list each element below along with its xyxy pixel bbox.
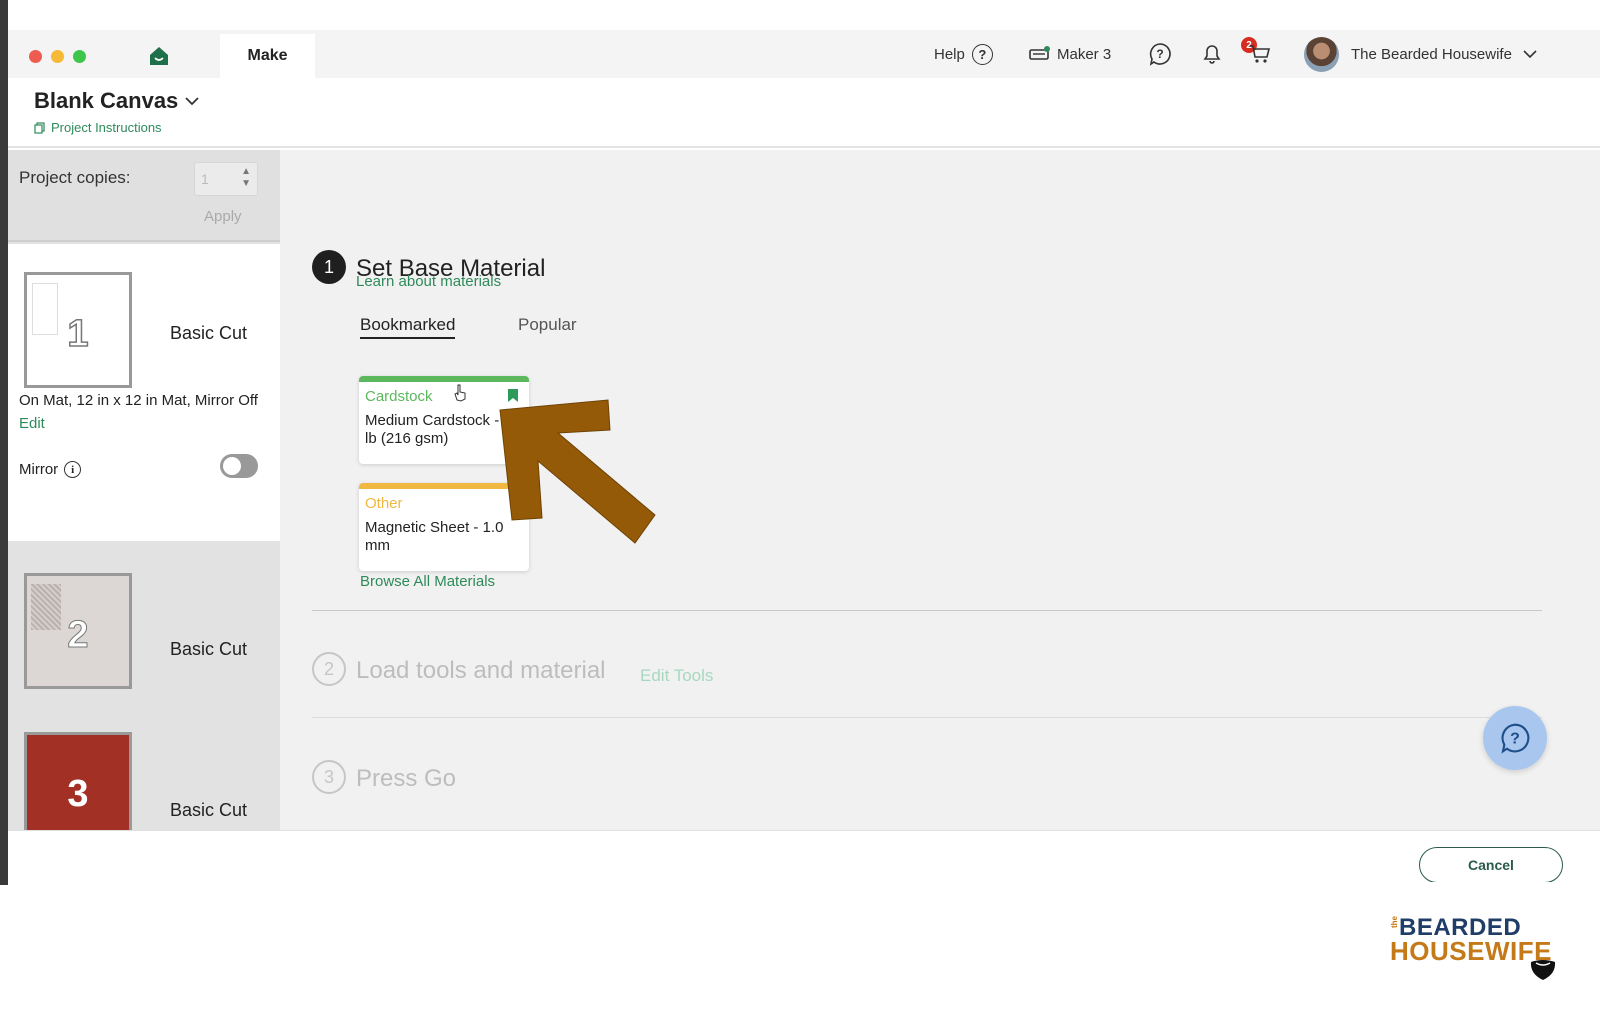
card-color-bar: [359, 376, 529, 382]
mat-info-text: On Mat, 12 in x 12 in Mat, Mirror Off: [19, 392, 258, 409]
help-label: Help: [934, 45, 965, 63]
step-title-3: Press Go: [356, 765, 457, 792]
mat-sidebar: Project copies: 1 ▲ ▼ Apply 1 Basic Cut O…: [8, 150, 280, 830]
page-title: Blank Canvas: [34, 88, 179, 113]
tab-popular[interactable]: Popular: [518, 315, 577, 335]
mat-number: 2: [67, 614, 89, 657]
info-icon[interactable]: i: [64, 461, 82, 478]
watermark-the: the: [1390, 916, 1399, 928]
svg-text:?: ?: [1510, 730, 1520, 747]
app-window: Make Help ? Maker 3 ? 2 The Bearded Hous…: [8, 30, 1600, 882]
project-header: Blank Canvas Project Instructions: [8, 78, 1600, 148]
chat-question-icon: ?: [1149, 43, 1171, 66]
chevron-down-icon: [185, 97, 199, 106]
annotation-arrow-icon: [499, 399, 656, 544]
beard-icon: [1530, 960, 1556, 980]
machine-selector[interactable]: Maker 3: [1029, 30, 1111, 78]
project-copies-label: Project copies:: [19, 168, 131, 187]
learn-about-materials-link[interactable]: Learn about materials: [356, 273, 501, 290]
tab-bookmarked[interactable]: Bookmarked: [360, 315, 456, 339]
browse-all-materials-link[interactable]: Browse All Materials: [360, 573, 495, 590]
step-number-1: 1: [312, 250, 346, 284]
user-name: The Bearded Housewife: [1351, 45, 1512, 63]
project-copies-panel: Project copies: 1 ▲ ▼ Apply: [8, 150, 280, 242]
machine-label: Maker 3: [1057, 45, 1112, 63]
mat-label: Basic Cut: [170, 639, 248, 659]
document-icon: [34, 121, 45, 134]
user-menu[interactable]: The Bearded Housewife: [1351, 30, 1538, 78]
close-window-button[interactable]: [29, 50, 42, 63]
project-instructions-label: Project Instructions: [51, 120, 162, 135]
make-steps-panel: 1 Set Base Material Learn about material…: [280, 150, 1600, 830]
minimize-window-button[interactable]: [51, 50, 64, 63]
machine-icon: [1029, 46, 1050, 60]
mat-edit-link[interactable]: Edit: [19, 415, 45, 432]
home-icon[interactable]: [148, 45, 170, 67]
mat-number: 3: [67, 773, 89, 815]
hand-cursor-icon: [454, 384, 466, 402]
divider: [312, 610, 1542, 611]
copies-value: 1: [201, 171, 209, 187]
cart-button[interactable]: [1248, 30, 1272, 78]
notifications-button[interactable]: [1200, 30, 1224, 78]
mat-label: Basic Cut: [170, 323, 248, 343]
avatar[interactable]: [1304, 37, 1339, 72]
mirror-toggle[interactable]: [220, 454, 258, 478]
divider: [312, 717, 1542, 718]
support-chat-button[interactable]: ?: [1148, 30, 1172, 78]
step-title-2: Load tools and material: [356, 657, 606, 684]
help-chat-button[interactable]: ?: [1483, 706, 1547, 770]
mat-item-1[interactable]: 1 Basic Cut On Mat, 12 in x 12 in Mat, M…: [8, 244, 280, 541]
material-category: Other: [365, 495, 403, 512]
cancel-button[interactable]: Cancel: [1419, 847, 1563, 882]
screen: Make Help ? Maker 3 ? 2 The Bearded Hous…: [0, 0, 1600, 1017]
help-menu[interactable]: Help ?: [934, 30, 993, 78]
step-number-2: 2: [312, 652, 346, 686]
edit-tools-link[interactable]: Edit Tools: [640, 666, 713, 686]
maximize-window-button[interactable]: [73, 50, 86, 63]
watermark-logo: the BEARDED HOUSEWIFE: [1390, 914, 1560, 984]
tab-make[interactable]: Make: [220, 34, 315, 78]
mat-number: 1: [67, 312, 90, 356]
mirror-text: Mirror: [19, 461, 59, 478]
apply-button[interactable]: Apply: [204, 208, 242, 225]
chat-question-icon: ?: [1501, 723, 1530, 754]
footer-bar: Cancel: [8, 830, 1600, 882]
copies-stepper[interactable]: ▲ ▼: [241, 166, 251, 190]
project-title-dropdown[interactable]: Blank Canvas: [34, 88, 200, 114]
title-bar: Make Help ? Maker 3 ? 2 The Bearded Hous…: [8, 30, 1600, 78]
svg-text:?: ?: [1156, 47, 1163, 61]
step-number-3: 3: [312, 760, 346, 794]
mat-thumbnail-3[interactable]: 3: [24, 732, 132, 830]
mat-label: Basic Cut: [170, 800, 248, 820]
chevron-down-icon: [1523, 50, 1537, 59]
mirror-label: Mirror i: [19, 461, 82, 478]
project-instructions-link[interactable]: Project Instructions: [34, 120, 162, 135]
project-copies-input[interactable]: 1 ▲ ▼: [194, 162, 258, 196]
help-icon: ?: [971, 43, 993, 65]
bell-icon: [1203, 45, 1221, 64]
material-category: Cardstock: [365, 388, 433, 405]
cart-icon: [1250, 45, 1271, 63]
mat-thumbnail-1[interactable]: 1: [24, 272, 132, 388]
desktop-edge: [0, 0, 8, 885]
mat-thumbnail-2[interactable]: 2: [24, 573, 132, 689]
